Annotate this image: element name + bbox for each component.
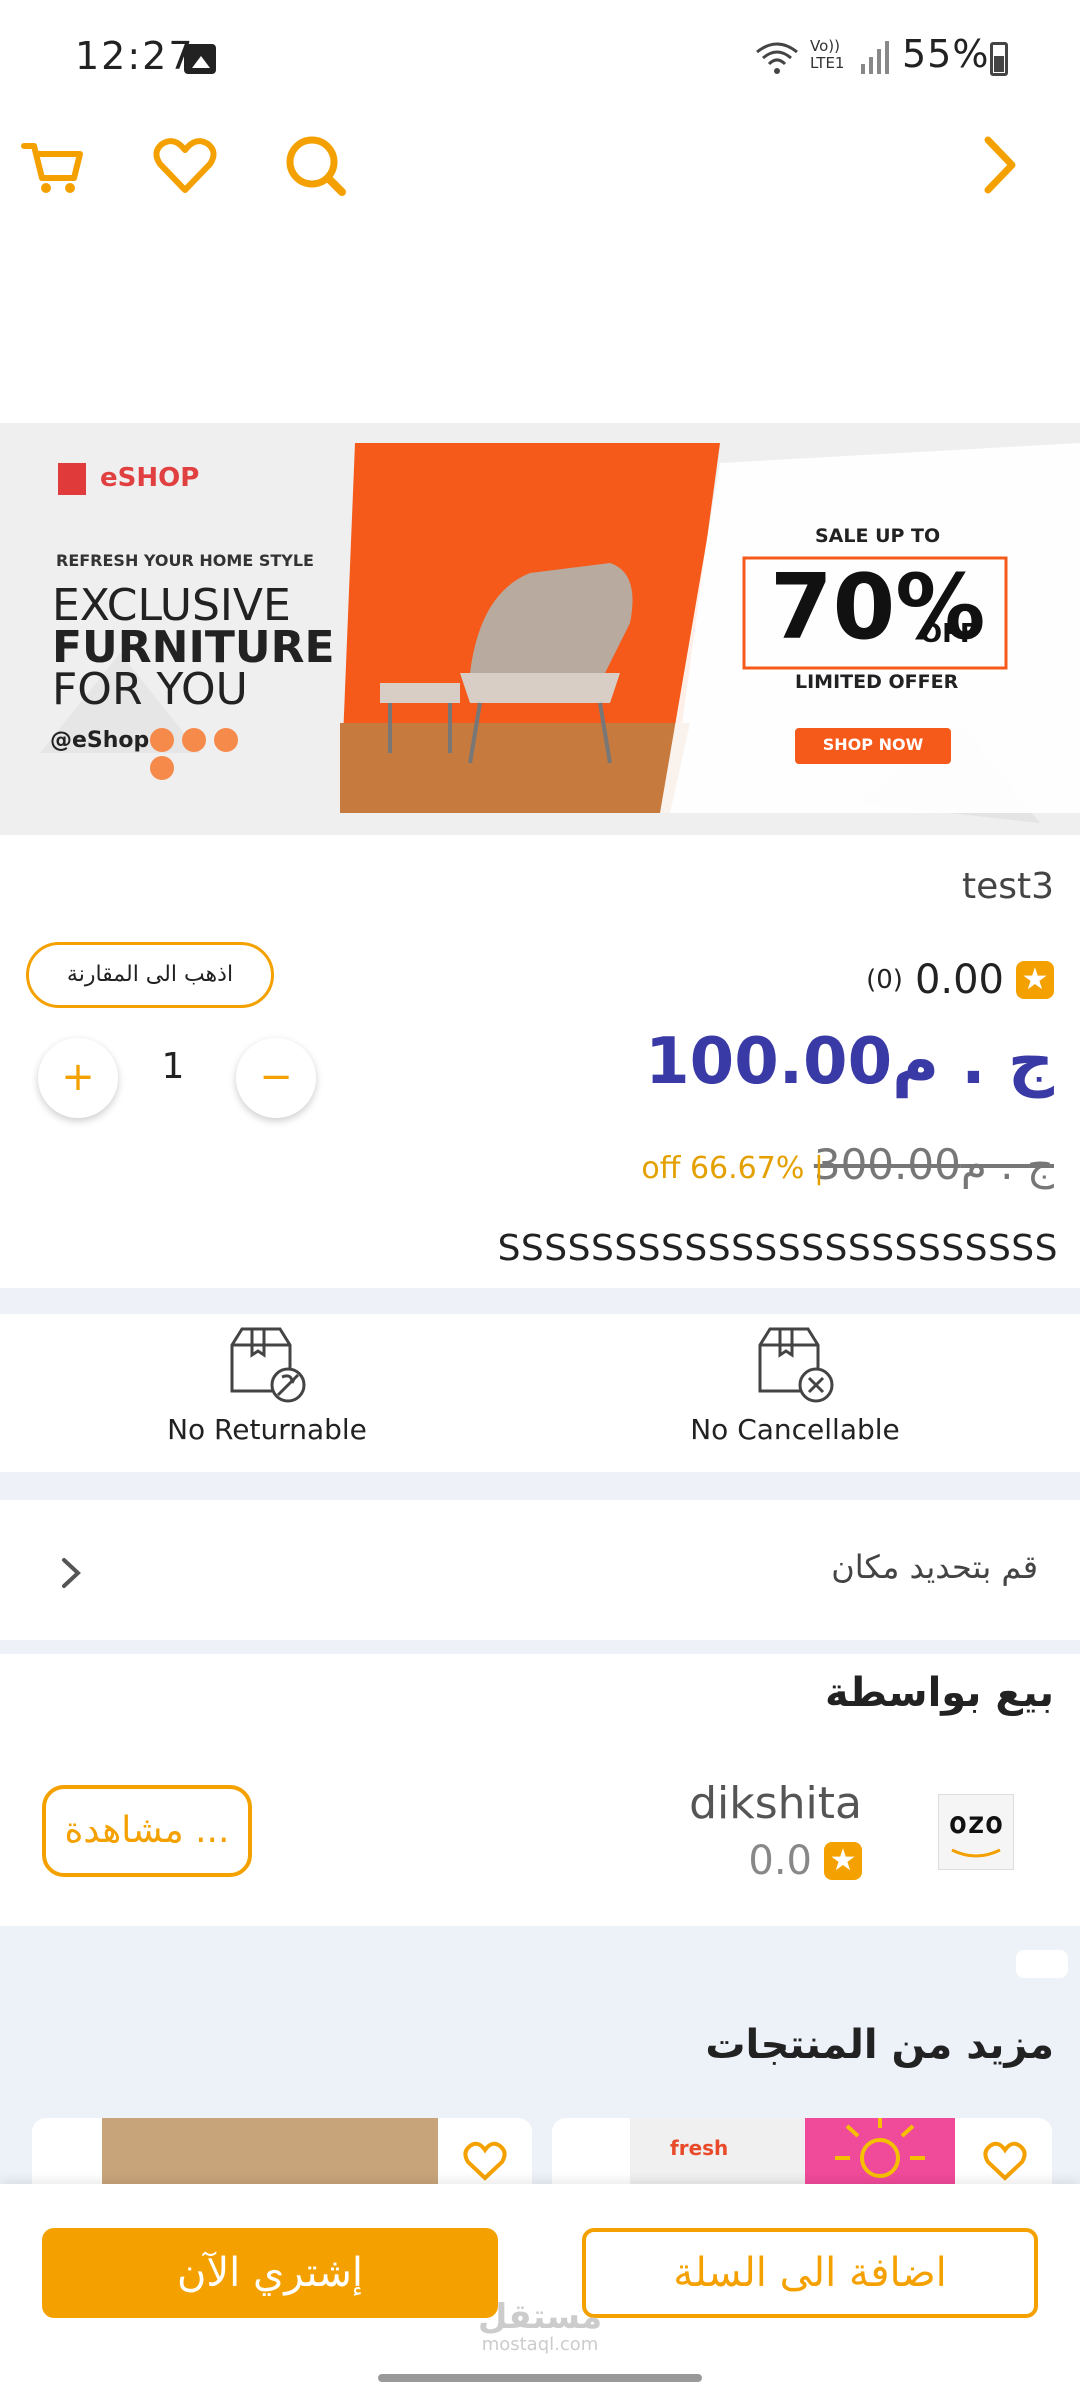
chevron-right-icon: [62, 1558, 81, 1588]
chat-bubble[interactable]: [1016, 1950, 1068, 1978]
product-title: test3: [961, 866, 1054, 907]
banner-sale-text: SALE UP TO: [815, 525, 941, 547]
battery-percent: 55%: [902, 32, 990, 76]
discount-label: off 66.67% |: [641, 1151, 824, 1186]
product-description: SSSSSSSSSSSSSSSSSSSSSSSS: [497, 1228, 1058, 1269]
heart-icon[interactable]: [150, 130, 220, 200]
social-icons: [150, 728, 270, 780]
product-price: ج . م100.00: [645, 1025, 1054, 1099]
facebook-icon: [150, 756, 174, 780]
divider: [0, 1638, 1080, 1654]
battery-icon: [990, 42, 1008, 76]
divider: [0, 1472, 1080, 1500]
cart-icon[interactable]: [18, 130, 88, 200]
add-to-cart-button[interactable]: اضافة الى السلة: [582, 2228, 1038, 2318]
rating-value: 0.00: [914, 957, 1004, 1003]
seller-rating: ★ 0.0: [748, 1838, 862, 1884]
seller-rating-value: 0.0: [748, 1838, 812, 1884]
wifi-icon: [756, 42, 798, 74]
old-price: ج . م300.00: [813, 1140, 1054, 1189]
home-indicator[interactable]: [378, 2374, 702, 2382]
fresh-logo-text: fresh: [670, 2136, 729, 2160]
more-products-title: مزيد من المنتجات: [705, 2022, 1054, 2068]
star-icon: ★: [1016, 961, 1054, 999]
sold-by-title: بيع بواسطة: [825, 1670, 1054, 1716]
banner-headline-3: FOR YOU: [52, 664, 248, 715]
product-banner: eSHOP REFRESH YOUR HOME STYLE EXCLUSIVE …: [0, 423, 1080, 835]
policy-no-cancellable: No Cancellable: [670, 1325, 920, 1446]
banner-sale-off: OFF: [920, 619, 978, 649]
banner-tagline: REFRESH YOUR HOME STYLE: [56, 551, 314, 570]
heart-icon[interactable]: [462, 2140, 508, 2182]
signal-icon: [861, 41, 889, 74]
seller-logo-text: ozo: [948, 1806, 1004, 1841]
view-seller-button[interactable]: مشاهدة ...: [42, 1785, 252, 1877]
quantity-value: 1: [161, 1046, 185, 1087]
policy-label: No Cancellable: [690, 1413, 900, 1446]
product-rating: ★ 0.00 (0): [866, 955, 1054, 1005]
quantity-decrease-button[interactable]: −: [236, 1038, 316, 1118]
compare-button[interactable]: اذهب الى المقارنة: [26, 942, 274, 1008]
no-cancel-box-icon: [758, 1327, 834, 1403]
network-indicator: Vo)) LTE1: [810, 37, 845, 72]
twitter-icon: [214, 728, 239, 752]
seller-logo-smile: [951, 1848, 1001, 1858]
watermark-sub: mostaql.com: [481, 2334, 599, 2355]
banner-brand: eSHOP: [100, 463, 200, 493]
instagram-icon: [150, 728, 174, 752]
rating-count: (0): [866, 965, 903, 995]
banner-shop-now: SHOP NOW: [822, 735, 924, 754]
policy-no-returnable: No Returnable: [142, 1325, 392, 1446]
seller-name: dikshita: [689, 1778, 862, 1829]
quantity-increase-button[interactable]: +: [38, 1038, 118, 1118]
location-label: قم بتحديد مكان: [831, 1548, 1038, 1586]
gallery-icon: [184, 44, 216, 74]
banner-limited: LIMITED OFFER: [795, 671, 959, 693]
buy-now-button[interactable]: إشتري الآن: [42, 2228, 498, 2318]
status-time: 12:27: [75, 34, 195, 78]
no-return-box-icon: [230, 1327, 306, 1403]
heart-icon[interactable]: [982, 2140, 1028, 2182]
youtube-icon: [182, 728, 207, 752]
back-chevron-icon[interactable]: [966, 130, 1036, 200]
policy-label: No Returnable: [167, 1413, 367, 1446]
banner-handle: @eShop: [50, 728, 150, 753]
star-icon: ★: [824, 1842, 862, 1880]
search-icon[interactable]: [280, 130, 350, 200]
divider: [0, 1288, 1080, 1314]
watermark: مستقل: [477, 2297, 603, 2337]
